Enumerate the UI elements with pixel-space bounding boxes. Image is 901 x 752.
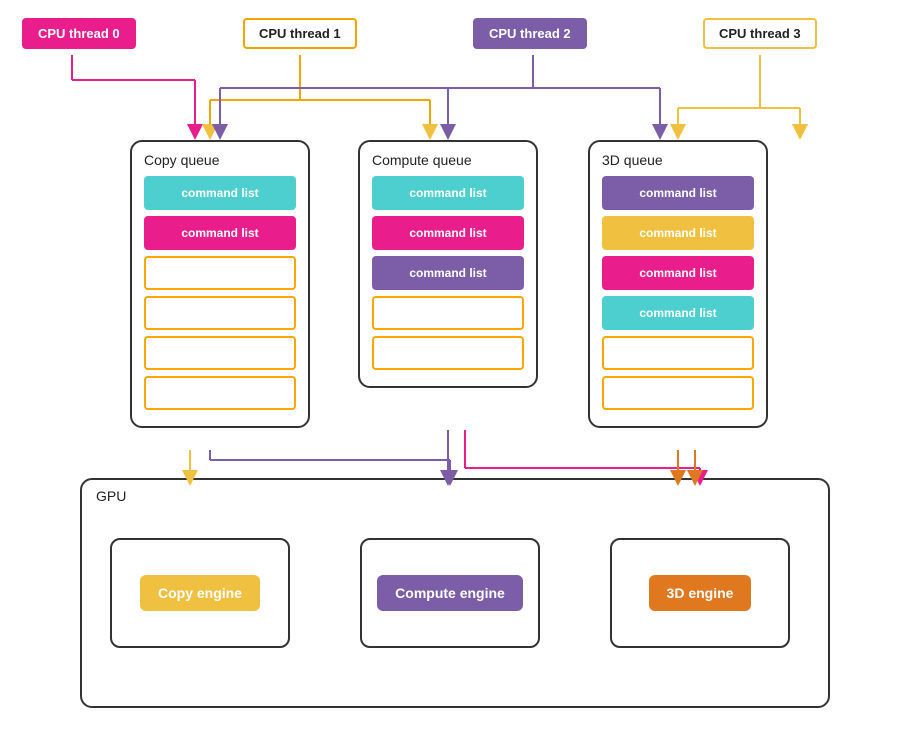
3d-queue: 3D queue command list command list comma… [588,140,768,428]
copy-engine-label: Copy engine [140,575,260,611]
3d-cmd-4: command list [602,296,754,330]
3d-cmd-empty-1 [602,336,754,370]
3d-cmd-1: command list [602,176,754,210]
compute-queue-title: Compute queue [372,152,524,168]
3d-cmd-2: command list [602,216,754,250]
compute-engine-label: Compute engine [377,575,523,611]
cpu-thread-0: CPU thread 0 [22,18,136,49]
copy-queue: Copy queue command list command list [130,140,310,428]
copy-cmd-empty-4 [144,376,296,410]
copy-cmd-2: command list [144,216,296,250]
diagram: CPU thread 0 CPU thread 1 CPU thread 2 C… [0,0,901,752]
copy-queue-title: Copy queue [144,152,296,168]
compute-cmd-3: command list [372,256,524,290]
compute-cmd-2: command list [372,216,524,250]
copy-cmd-empty-1 [144,256,296,290]
copy-engine-box: Copy engine [110,538,290,648]
compute-engine-box: Compute engine [360,538,540,648]
copy-cmd-1: command list [144,176,296,210]
copy-cmd-empty-3 [144,336,296,370]
3d-queue-title: 3D queue [602,152,754,168]
cpu-thread-2: CPU thread 2 [473,18,587,49]
cpu-thread-1: CPU thread 1 [243,18,357,49]
3d-engine-label: 3D engine [649,575,752,611]
compute-cmd-empty-1 [372,296,524,330]
copy-cmd-empty-2 [144,296,296,330]
3d-cmd-3: command list [602,256,754,290]
compute-cmd-empty-2 [372,336,524,370]
cpu-thread-3: CPU thread 3 [703,18,817,49]
3d-cmd-empty-2 [602,376,754,410]
gpu-label: GPU [96,488,126,504]
compute-cmd-1: command list [372,176,524,210]
3d-engine-box: 3D engine [610,538,790,648]
compute-queue: Compute queue command list command list … [358,140,538,388]
